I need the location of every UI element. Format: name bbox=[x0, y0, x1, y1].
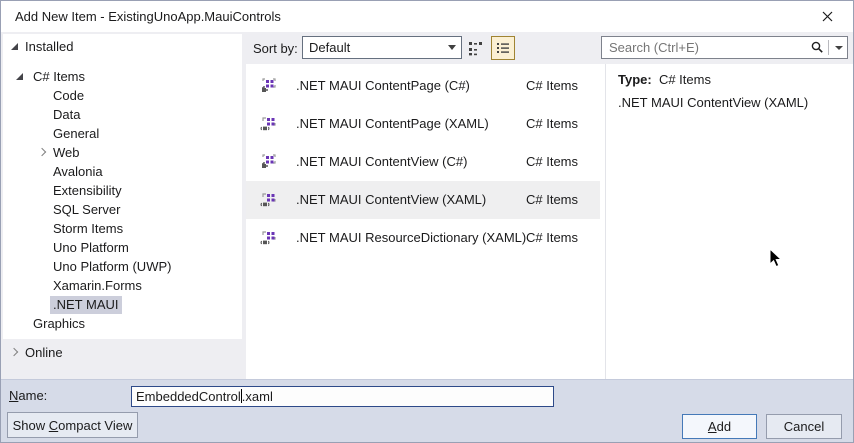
maui-xaml-item-icon bbox=[260, 117, 276, 131]
sort-by-value: Default bbox=[309, 40, 351, 55]
tree-node-code[interactable]: Code bbox=[3, 87, 242, 105]
tree-node-label: Xamarin.Forms bbox=[53, 278, 142, 293]
template-item-contentview-csharp[interactable]: .NET MAUI ContentView (C#) C# Items bbox=[246, 143, 600, 181]
template-item-name: .NET MAUI ContentPage (XAML) bbox=[296, 116, 489, 131]
close-icon bbox=[822, 11, 832, 22]
tree-node-label: Graphics bbox=[33, 316, 86, 331]
type-value: C# Items bbox=[658, 72, 711, 87]
tree-node-label: Web bbox=[53, 145, 80, 160]
template-item-category: C# Items bbox=[525, 154, 578, 169]
chevron-down-icon[interactable] bbox=[835, 46, 843, 50]
search-placeholder: Search (Ctrl+E) bbox=[609, 40, 699, 55]
name-value-after-caret: .xaml bbox=[241, 389, 273, 404]
tree-node-sql-server[interactable]: SQL Server bbox=[3, 201, 242, 219]
add-accel: A bbox=[707, 419, 717, 434]
small-icons-view-button[interactable] bbox=[464, 36, 488, 60]
tree-node-label: Code bbox=[53, 88, 85, 103]
maui-csharp-item-icon bbox=[262, 78, 276, 92]
template-description: .NET MAUI ContentView (XAML) bbox=[618, 95, 809, 110]
name-label-accel: N bbox=[9, 388, 19, 403]
tree-node-label: Data bbox=[53, 107, 81, 122]
dialog-title: Add New Item - ExistingUnoApp.MauiContro… bbox=[15, 9, 281, 24]
list-view-button[interactable] bbox=[491, 36, 515, 60]
show-compact-view-button[interactable]: Show Compact View bbox=[7, 412, 138, 438]
search-divider bbox=[828, 40, 829, 55]
add-button[interactable]: Add bbox=[682, 414, 757, 439]
tree-node-online[interactable]: Online bbox=[3, 344, 242, 362]
tree-node-extensibility[interactable]: Extensibility bbox=[3, 182, 242, 200]
tree-node-uno-platform-uwp[interactable]: Uno Platform (UWP) bbox=[3, 258, 242, 276]
template-item-category: C# Items bbox=[525, 116, 578, 131]
tree-node-csharp-items[interactable]: C# Items bbox=[3, 68, 242, 86]
name-input[interactable]: EmbeddedControl.xaml bbox=[131, 386, 554, 407]
footer-bar: Name: EmbeddedControl.xaml Show Compact … bbox=[1, 379, 853, 442]
search-input[interactable]: Search (Ctrl+E) bbox=[601, 36, 848, 59]
template-item-name: .NET MAUI ContentView (XAML) bbox=[296, 192, 487, 207]
close-button[interactable] bbox=[809, 4, 845, 29]
tree-node-label: Installed bbox=[25, 39, 74, 54]
name-value-before-caret: EmbeddedControl bbox=[136, 389, 241, 404]
search-icon[interactable] bbox=[810, 40, 824, 54]
cancel-button[interactable]: Cancel bbox=[766, 414, 842, 439]
template-category-tree: Installed C# Items Code Data General Web… bbox=[3, 34, 242, 339]
tree-node-xamarin-forms[interactable]: Xamarin.Forms bbox=[3, 277, 242, 295]
tree-node-label: Uno Platform (UWP) bbox=[53, 259, 172, 274]
tree-node-label: Uno Platform bbox=[53, 240, 129, 255]
maui-xaml-item-icon bbox=[260, 231, 276, 245]
tree-node-installed[interactable]: Installed bbox=[3, 38, 242, 56]
tree-node-label: C# Items bbox=[33, 69, 86, 84]
template-item-name: .NET MAUI ContentView (C#) bbox=[296, 154, 468, 169]
list-view-icon bbox=[497, 43, 509, 53]
maui-xaml-item-icon bbox=[260, 193, 276, 207]
tree-node-general[interactable]: General bbox=[3, 125, 242, 143]
tree-node-label: SQL Server bbox=[53, 202, 121, 217]
tree-node-dotnet-maui[interactable]: .NET MAUI bbox=[3, 296, 242, 314]
compact-accel: C bbox=[48, 417, 59, 433]
title-bar: Add New Item - ExistingUnoApp.MauiContro… bbox=[1, 1, 853, 32]
tree-node-uno-platform[interactable]: Uno Platform bbox=[3, 239, 242, 257]
tree-node-avalonia[interactable]: Avalonia bbox=[3, 163, 242, 181]
template-item-category: C# Items bbox=[525, 78, 578, 93]
template-item-contentpage-csharp[interactable]: .NET MAUI ContentPage (C#) C# Items bbox=[246, 67, 600, 105]
type-label: Type: bbox=[618, 72, 652, 87]
tree-node-label: Avalonia bbox=[53, 164, 103, 179]
maui-csharp-item-icon bbox=[262, 154, 276, 168]
expander-open-icon[interactable] bbox=[16, 68, 28, 86]
add-rest: dd bbox=[716, 419, 732, 434]
tree-node-graphics[interactable]: Graphics bbox=[3, 315, 242, 333]
sort-by-dropdown[interactable]: Default bbox=[302, 36, 462, 59]
small-icons-view-icon bbox=[469, 42, 482, 56]
tree-node-web[interactable]: Web bbox=[3, 144, 242, 162]
compact-post: ompact View bbox=[58, 417, 133, 433]
tree-node-data[interactable]: Data bbox=[3, 106, 242, 124]
tree-node-storm-items[interactable]: Storm Items bbox=[3, 220, 242, 238]
template-item-category: C# Items bbox=[525, 192, 578, 207]
template-item-category: C# Items bbox=[525, 230, 578, 245]
tree-node-label: Online bbox=[25, 345, 63, 360]
template-type-line: Type: C# Items bbox=[618, 72, 711, 87]
sort-by-label: Sort by: bbox=[253, 41, 298, 56]
tree-node-label: General bbox=[53, 126, 100, 141]
name-label-rest: ame: bbox=[18, 388, 48, 403]
add-new-item-dialog: Add New Item - ExistingUnoApp.MauiContro… bbox=[0, 0, 854, 443]
tree-node-label: Extensibility bbox=[53, 183, 122, 198]
tree-node-label-selected: .NET MAUI bbox=[50, 296, 122, 314]
template-item-name: .NET MAUI ResourceDictionary (XAML) bbox=[296, 230, 527, 245]
tree-node-label: Storm Items bbox=[53, 221, 124, 236]
mouse-cursor bbox=[769, 248, 783, 268]
template-item-contentpage-xaml[interactable]: .NET MAUI ContentPage (XAML) C# Items bbox=[246, 105, 600, 143]
panel-divider bbox=[605, 64, 606, 379]
template-item-name: .NET MAUI ContentPage (C#) bbox=[296, 78, 470, 93]
chevron-down-icon bbox=[448, 45, 456, 50]
name-label: Name: bbox=[9, 388, 47, 403]
compact-pre: Show bbox=[12, 417, 49, 433]
template-item-resourcedictionary-xaml[interactable]: .NET MAUI ResourceDictionary (XAML) C# I… bbox=[246, 219, 600, 257]
template-item-contentview-xaml-selected[interactable]: .NET MAUI ContentView (XAML) C# Items bbox=[246, 181, 600, 219]
